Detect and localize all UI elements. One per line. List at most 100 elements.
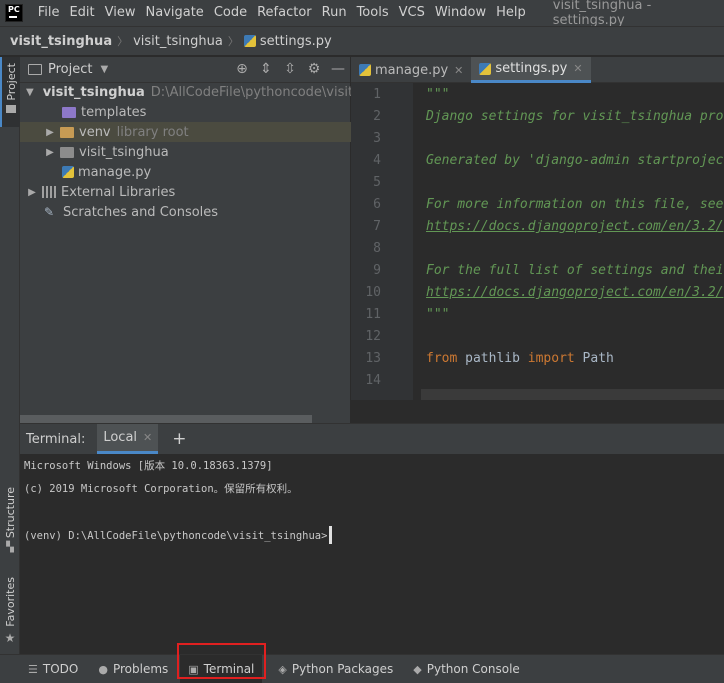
code-line: 11 """ bbox=[365, 307, 450, 322]
terminal-panel: Terminal: Local ✕ + Microsoft Windows [版… bbox=[20, 423, 724, 654]
window-title: visit_tsinghua - settings.py bbox=[552, 0, 652, 28]
folder-icon bbox=[62, 106, 76, 118]
code-line: 7 https://docs.djangoproject.com/en/3.2/ bbox=[373, 219, 724, 234]
list-icon: ☰ bbox=[28, 662, 38, 676]
breadcrumb: visit_tsinghua 〉 visit_tsinghua 〉 settin… bbox=[0, 26, 724, 56]
tool-button-python-packages[interactable]: ◈ Python Packages bbox=[278, 662, 393, 676]
highlight-annotation bbox=[177, 643, 266, 679]
terminal-prompt[interactable]: (venv) D:\AllCodeFile\pythoncode\visit_t… bbox=[24, 526, 333, 544]
tree-item-venv[interactable]: ▶ venv library root bbox=[20, 122, 351, 142]
menu-help[interactable]: Help bbox=[491, 0, 531, 26]
main-menu: File Edit View Navigate Code Refactor Ru… bbox=[33, 0, 531, 26]
libraries-icon bbox=[42, 186, 56, 198]
chevron-right-icon[interactable]: ▶ bbox=[26, 187, 38, 198]
packages-icon: ◈ bbox=[278, 662, 287, 676]
code-line: 13 from pathlib import Path bbox=[365, 351, 614, 366]
folded-region bbox=[421, 389, 724, 400]
new-terminal-icon[interactable]: + bbox=[172, 429, 186, 449]
code-line: 2 Django settings for visit_tsinghua pro bbox=[373, 109, 724, 124]
tab-settings-py[interactable]: settings.py ✕ bbox=[471, 57, 591, 83]
menu-view[interactable]: View bbox=[100, 0, 141, 26]
chevron-right-icon: 〉 bbox=[227, 35, 239, 48]
project-panel: Project ▼ ⊕ ⇕ ⇳ ⚙ — ▼ visit_tsinghua D:\… bbox=[20, 57, 351, 423]
menu-refactor[interactable]: Refactor bbox=[252, 0, 317, 26]
code-line: 5 bbox=[373, 175, 381, 190]
menu-navigate[interactable]: Navigate bbox=[141, 0, 209, 26]
terminal-output-line: (c) 2019 Microsoft Corporation。保留所有权利。 bbox=[24, 483, 298, 495]
close-icon[interactable]: ✕ bbox=[454, 64, 463, 77]
code-line: 1 """ bbox=[373, 87, 450, 102]
terminal-output-line: Microsoft Windows [版本 10.0.18363.1379] bbox=[24, 460, 273, 472]
tool-tab-structure[interactable]: Structure ▚ bbox=[0, 487, 20, 553]
python-file-icon bbox=[243, 35, 256, 47]
tool-button-python-console[interactable]: ◆ Python Console bbox=[413, 662, 520, 676]
tool-tab-favorites[interactable]: Favorites ★ bbox=[0, 577, 20, 645]
chevron-right-icon[interactable]: ▶ bbox=[44, 147, 56, 158]
python-console-icon: ◆ bbox=[413, 662, 422, 676]
project-panel-header: Project ▼ ⊕ ⇕ ⇳ ⚙ — bbox=[20, 57, 350, 83]
tool-button-todo[interactable]: ☰ TODO bbox=[28, 662, 78, 676]
code-line: 10 https://docs.djangoproject.com/en/3.2/ bbox=[365, 285, 724, 300]
scratches-icon: ✎ bbox=[44, 205, 55, 219]
breadcrumb-project[interactable]: visit_tsinghua bbox=[10, 34, 112, 49]
pycharm-logo-icon: PC bbox=[5, 4, 23, 22]
folder-icon bbox=[28, 64, 42, 75]
tree-item-external-libraries[interactable]: ▶ External Libraries bbox=[20, 182, 351, 202]
python-file-icon bbox=[479, 62, 492, 75]
close-icon[interactable]: ✕ bbox=[573, 62, 582, 75]
menu-code[interactable]: Code bbox=[209, 0, 252, 26]
code-line: 3 bbox=[373, 131, 381, 146]
structure-icon: ▚ bbox=[6, 542, 14, 554]
folder-icon bbox=[6, 104, 16, 113]
code-line: 12 bbox=[365, 329, 381, 344]
package-folder-icon bbox=[60, 146, 74, 158]
breadcrumb-file[interactable]: settings.py bbox=[260, 34, 332, 49]
code-editor[interactable]: 1 """ 2 Django settings for visit_tsinghua… bbox=[351, 83, 724, 400]
minimize-icon[interactable]: — bbox=[330, 61, 346, 77]
bottom-tool-bar: ☰ TODO ● Problems ▣ Terminal ◈ Python Pa… bbox=[0, 654, 724, 683]
menu-tools[interactable]: Tools bbox=[352, 0, 394, 26]
tree-item-project-root[interactable]: ▼ visit_tsinghua D:\AllCodeFile\pythonco… bbox=[20, 82, 351, 102]
expand-all-icon[interactable]: ⇕ bbox=[258, 61, 274, 77]
terminal-tab-local[interactable]: Local ✕ bbox=[97, 424, 159, 454]
locate-icon[interactable]: ⊕ bbox=[234, 61, 250, 77]
python-file-icon bbox=[359, 64, 371, 76]
code-line: 4 Generated by 'django-admin startprojec bbox=[373, 153, 724, 168]
folder-icon bbox=[60, 126, 74, 138]
code-line: 6 For more information on this file, see bbox=[373, 197, 724, 212]
menu-edit[interactable]: Edit bbox=[64, 0, 99, 26]
tab-manage-py[interactable]: manage.py ✕ bbox=[351, 57, 471, 83]
code-line: 9 For the full list of settings and their bbox=[373, 263, 724, 278]
menu-file[interactable]: File bbox=[33, 0, 65, 26]
problems-icon: ● bbox=[98, 662, 108, 676]
gear-icon[interactable]: ⚙ bbox=[306, 61, 322, 77]
breadcrumb-package[interactable]: visit_tsinghua bbox=[133, 34, 223, 49]
collapse-all-icon[interactable]: ⇳ bbox=[282, 61, 298, 77]
chevron-down-icon[interactable]: ▼ bbox=[100, 64, 108, 75]
editor-tabs: manage.py ✕ settings.py ✕ bbox=[351, 57, 724, 83]
tree-item-package[interactable]: ▶ visit_tsinghua bbox=[20, 142, 351, 162]
close-icon[interactable]: ✕ bbox=[143, 431, 152, 444]
star-icon: ★ bbox=[4, 630, 16, 645]
chevron-down-icon[interactable]: ▼ bbox=[26, 87, 34, 98]
python-file-icon bbox=[62, 166, 74, 178]
menu-window[interactable]: Window bbox=[430, 0, 491, 26]
tree-item-scratches[interactable]: ✎ Scratches and Consoles bbox=[20, 202, 351, 222]
menu-bar: PC File Edit View Navigate Code Refactor… bbox=[0, 0, 724, 28]
menu-vcs[interactable]: VCS bbox=[394, 0, 430, 26]
terminal-label: Terminal: bbox=[26, 431, 86, 447]
chevron-right-icon: 〉 bbox=[117, 35, 129, 48]
project-panel-title[interactable]: Project bbox=[48, 62, 92, 77]
project-header-actions: ⊕ ⇕ ⇳ ⚙ — bbox=[234, 61, 346, 77]
tool-tab-project[interactable]: Project bbox=[0, 57, 20, 127]
menu-run[interactable]: Run bbox=[317, 0, 352, 26]
horizontal-scrollbar[interactable] bbox=[20, 415, 312, 423]
tree-item-manage-py[interactable]: manage.py bbox=[20, 162, 351, 182]
terminal-tabs: Terminal: Local ✕ + bbox=[20, 424, 724, 454]
left-tool-strip: Project Structure ▚ Favorites ★ bbox=[0, 57, 20, 654]
tool-button-problems[interactable]: ● Problems bbox=[98, 662, 168, 676]
tree-item-templates[interactable]: templates bbox=[20, 102, 351, 122]
chevron-right-icon[interactable]: ▶ bbox=[44, 127, 56, 138]
code-line: 8 bbox=[373, 241, 381, 256]
text-cursor bbox=[329, 526, 333, 544]
